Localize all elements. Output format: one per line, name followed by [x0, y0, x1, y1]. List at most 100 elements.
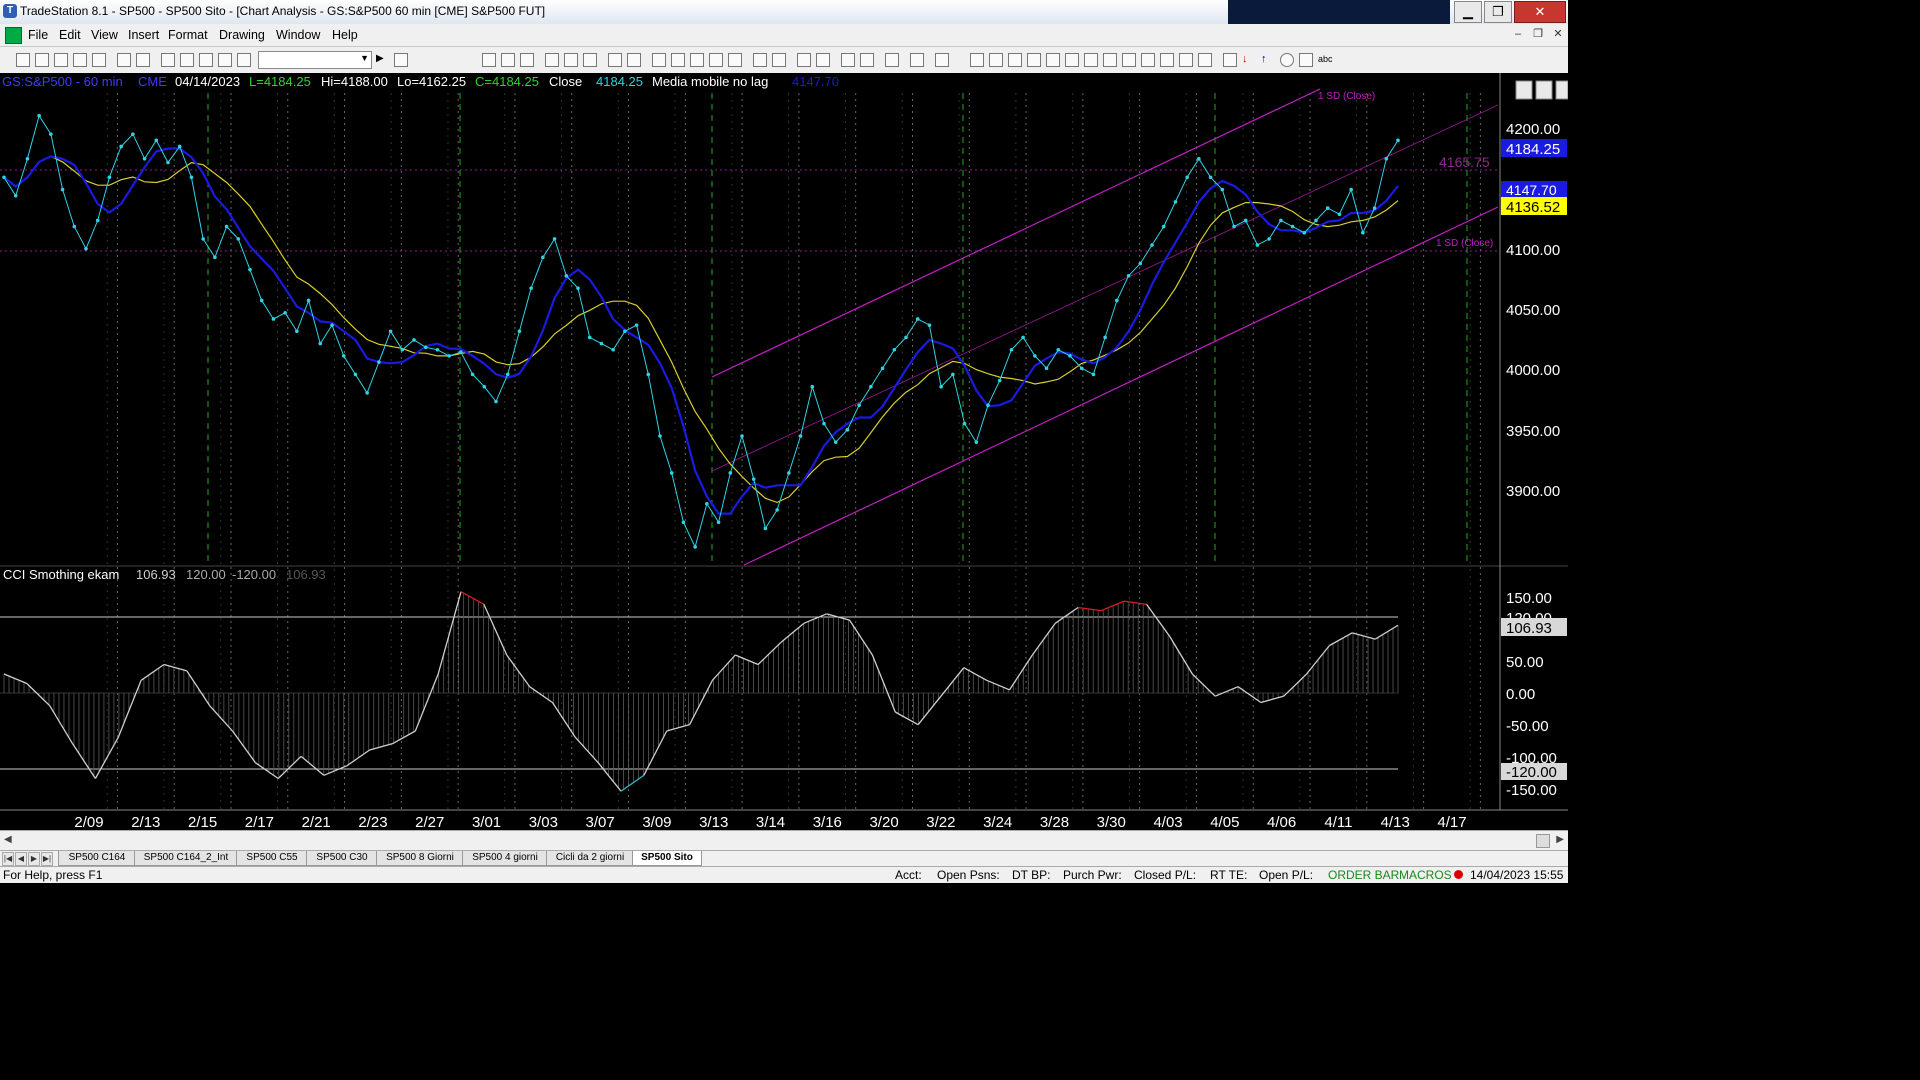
price-point [1267, 237, 1271, 241]
status-dt-bp: DT BP: [1012, 868, 1051, 882]
layout-3-icon[interactable] [520, 53, 534, 67]
chart-format-icon[interactable] [627, 53, 641, 67]
tab-sp500-4-giorni[interactable]: SP500 4 giorni [462, 851, 548, 866]
ellipse-icon[interactable] [1280, 53, 1294, 67]
menu-window[interactable]: Window [276, 28, 320, 42]
scroll-right-icon[interactable]: ▶ [1556, 834, 1564, 845]
arc-icon[interactable] [1179, 53, 1193, 67]
scroll-left-icon[interactable]: ◀ [4, 834, 12, 845]
find-icon[interactable] [394, 53, 408, 67]
scroll-thumb[interactable] [1536, 834, 1550, 848]
layout-2-icon[interactable] [501, 53, 515, 67]
arrow-down-icon[interactable]: ↓ [1242, 53, 1254, 65]
tab-sp500-c30[interactable]: SP500 C30 [306, 851, 378, 866]
tracking-icon[interactable] [935, 53, 949, 67]
lock-icon[interactable] [199, 53, 213, 67]
mdi-minimize-button[interactable]: – [1510, 27, 1526, 42]
close-button[interactable]: ✕ [1514, 1, 1566, 23]
gann-fan-icon[interactable] [1065, 53, 1079, 67]
tab-next-icon[interactable]: ▶ [28, 852, 40, 866]
minimize-button[interactable]: ▁ [1454, 1, 1482, 23]
tab-sp500-c164-2-int[interactable]: SP500 C164_2_Int [134, 851, 238, 866]
mdi-close-button[interactable]: ✕ [1550, 27, 1566, 42]
chart-trading-icon[interactable] [860, 53, 874, 67]
layout-1-icon[interactable] [482, 53, 496, 67]
vertical-line-icon[interactable] [989, 53, 1003, 67]
arrow-both-icon[interactable] [1141, 53, 1155, 67]
price-point [1056, 347, 1061, 352]
price-chart[interactable]: GS:S&P500 - 60 min CME 04/14/2023 L=4184… [0, 73, 1569, 831]
bar-spacing-icon[interactable] [753, 53, 767, 67]
symbol-combo[interactable]: ▼ [258, 51, 372, 69]
folder-icon[interactable] [92, 53, 106, 67]
play-icon[interactable]: ▶ [376, 53, 388, 65]
tab-sp500-c55[interactable]: SP500 C55 [236, 851, 308, 866]
arrow-up-icon[interactable]: ↑ [1261, 53, 1273, 65]
tab-sp500-sito[interactable]: SP500 Sito [632, 851, 702, 866]
horizontal-scrollbar[interactable]: ◀ ▶ [0, 830, 1568, 851]
regression-icon[interactable] [1122, 53, 1136, 67]
menu-insert[interactable]: Insert [128, 28, 159, 42]
rectangle-icon[interactable] [1299, 53, 1313, 67]
trendline-icon[interactable] [970, 53, 984, 67]
parallel-icon[interactable] [1160, 53, 1174, 67]
text-icon[interactable]: abc [1318, 53, 1338, 65]
fibonacci-icon[interactable] [1046, 53, 1060, 67]
color-palette-icon[interactable] [237, 53, 251, 67]
horizontal-line-icon[interactable] [1008, 53, 1022, 67]
cut-icon[interactable] [161, 53, 175, 67]
tab-last-icon[interactable]: ▶| [41, 852, 53, 866]
refresh-icon[interactable] [583, 53, 597, 67]
tab-first-icon[interactable]: |◀ [2, 852, 14, 866]
candle-chart-icon[interactable] [671, 53, 685, 67]
open-icon[interactable] [35, 53, 49, 67]
chart-window-icon[interactable] [5, 27, 22, 44]
time-zone-icon[interactable] [1103, 53, 1117, 67]
subchart-restore-button[interactable] [1535, 80, 1553, 100]
maximize-button[interactable]: ❐ [1484, 1, 1512, 23]
bar-chart-icon[interactable] [652, 53, 666, 67]
line-chart-icon[interactable] [690, 53, 704, 67]
tools-icon[interactable] [885, 53, 899, 67]
volume-icon[interactable] [728, 53, 742, 67]
point-figure-icon[interactable] [709, 53, 723, 67]
zoom-in-icon[interactable] [797, 53, 811, 67]
print-icon[interactable] [136, 53, 150, 67]
speedline-icon[interactable] [1084, 53, 1098, 67]
open-workspace-icon[interactable] [54, 53, 68, 67]
order-bar-toggle[interactable]: ORDER BAR [1328, 868, 1399, 882]
tab-prev-icon[interactable]: ◀ [15, 852, 27, 866]
mdi-restore-button[interactable]: ❐ [1530, 27, 1546, 42]
channel-icon[interactable] [1027, 53, 1041, 67]
order-icon[interactable] [910, 53, 924, 67]
indicator-icon[interactable] [545, 53, 559, 67]
zoom-out-icon[interactable] [816, 53, 830, 67]
bar-spacing-2-icon[interactable] [772, 53, 786, 67]
chart-style-icon[interactable] [608, 53, 622, 67]
chart-window[interactable]: GS:S&P500 - 60 min CME 04/14/2023 L=4184… [0, 73, 1569, 831]
subchart-minimize-button[interactable] [1515, 80, 1533, 100]
curve-icon[interactable] [1223, 53, 1237, 67]
new-workspace-icon[interactable] [73, 53, 87, 67]
price-point [423, 345, 428, 350]
pointer-icon[interactable] [841, 53, 855, 67]
menu-file[interactable]: File [28, 28, 48, 42]
tab-cicli-da-2-giorni[interactable]: Cicli da 2 giorni [546, 851, 634, 866]
cci-label: CCI Smothing ekam [3, 567, 119, 582]
menu-help[interactable]: Help [332, 28, 358, 42]
tab-sp500-c164[interactable]: SP500 C164 [58, 851, 136, 866]
tab-sp500-8-giorni[interactable]: SP500 8 Giorni [376, 851, 464, 866]
macros-toggle[interactable]: MACROS [1399, 868, 1452, 882]
strategy-icon[interactable] [564, 53, 578, 67]
menu-edit[interactable]: Edit [59, 28, 81, 42]
pen-icon[interactable] [1198, 53, 1212, 67]
subchart-close-button[interactable] [1555, 80, 1569, 100]
menu-view[interactable]: View [91, 28, 118, 42]
save-icon[interactable] [117, 53, 131, 67]
new-icon[interactable] [16, 53, 30, 67]
cci-value-badge-text: 106.93 [1506, 620, 1552, 637]
menu-format[interactable]: Format [168, 28, 208, 42]
brush-icon[interactable] [218, 53, 232, 67]
menu-drawing[interactable]: Drawing [219, 28, 265, 42]
copy-icon[interactable] [180, 53, 194, 67]
